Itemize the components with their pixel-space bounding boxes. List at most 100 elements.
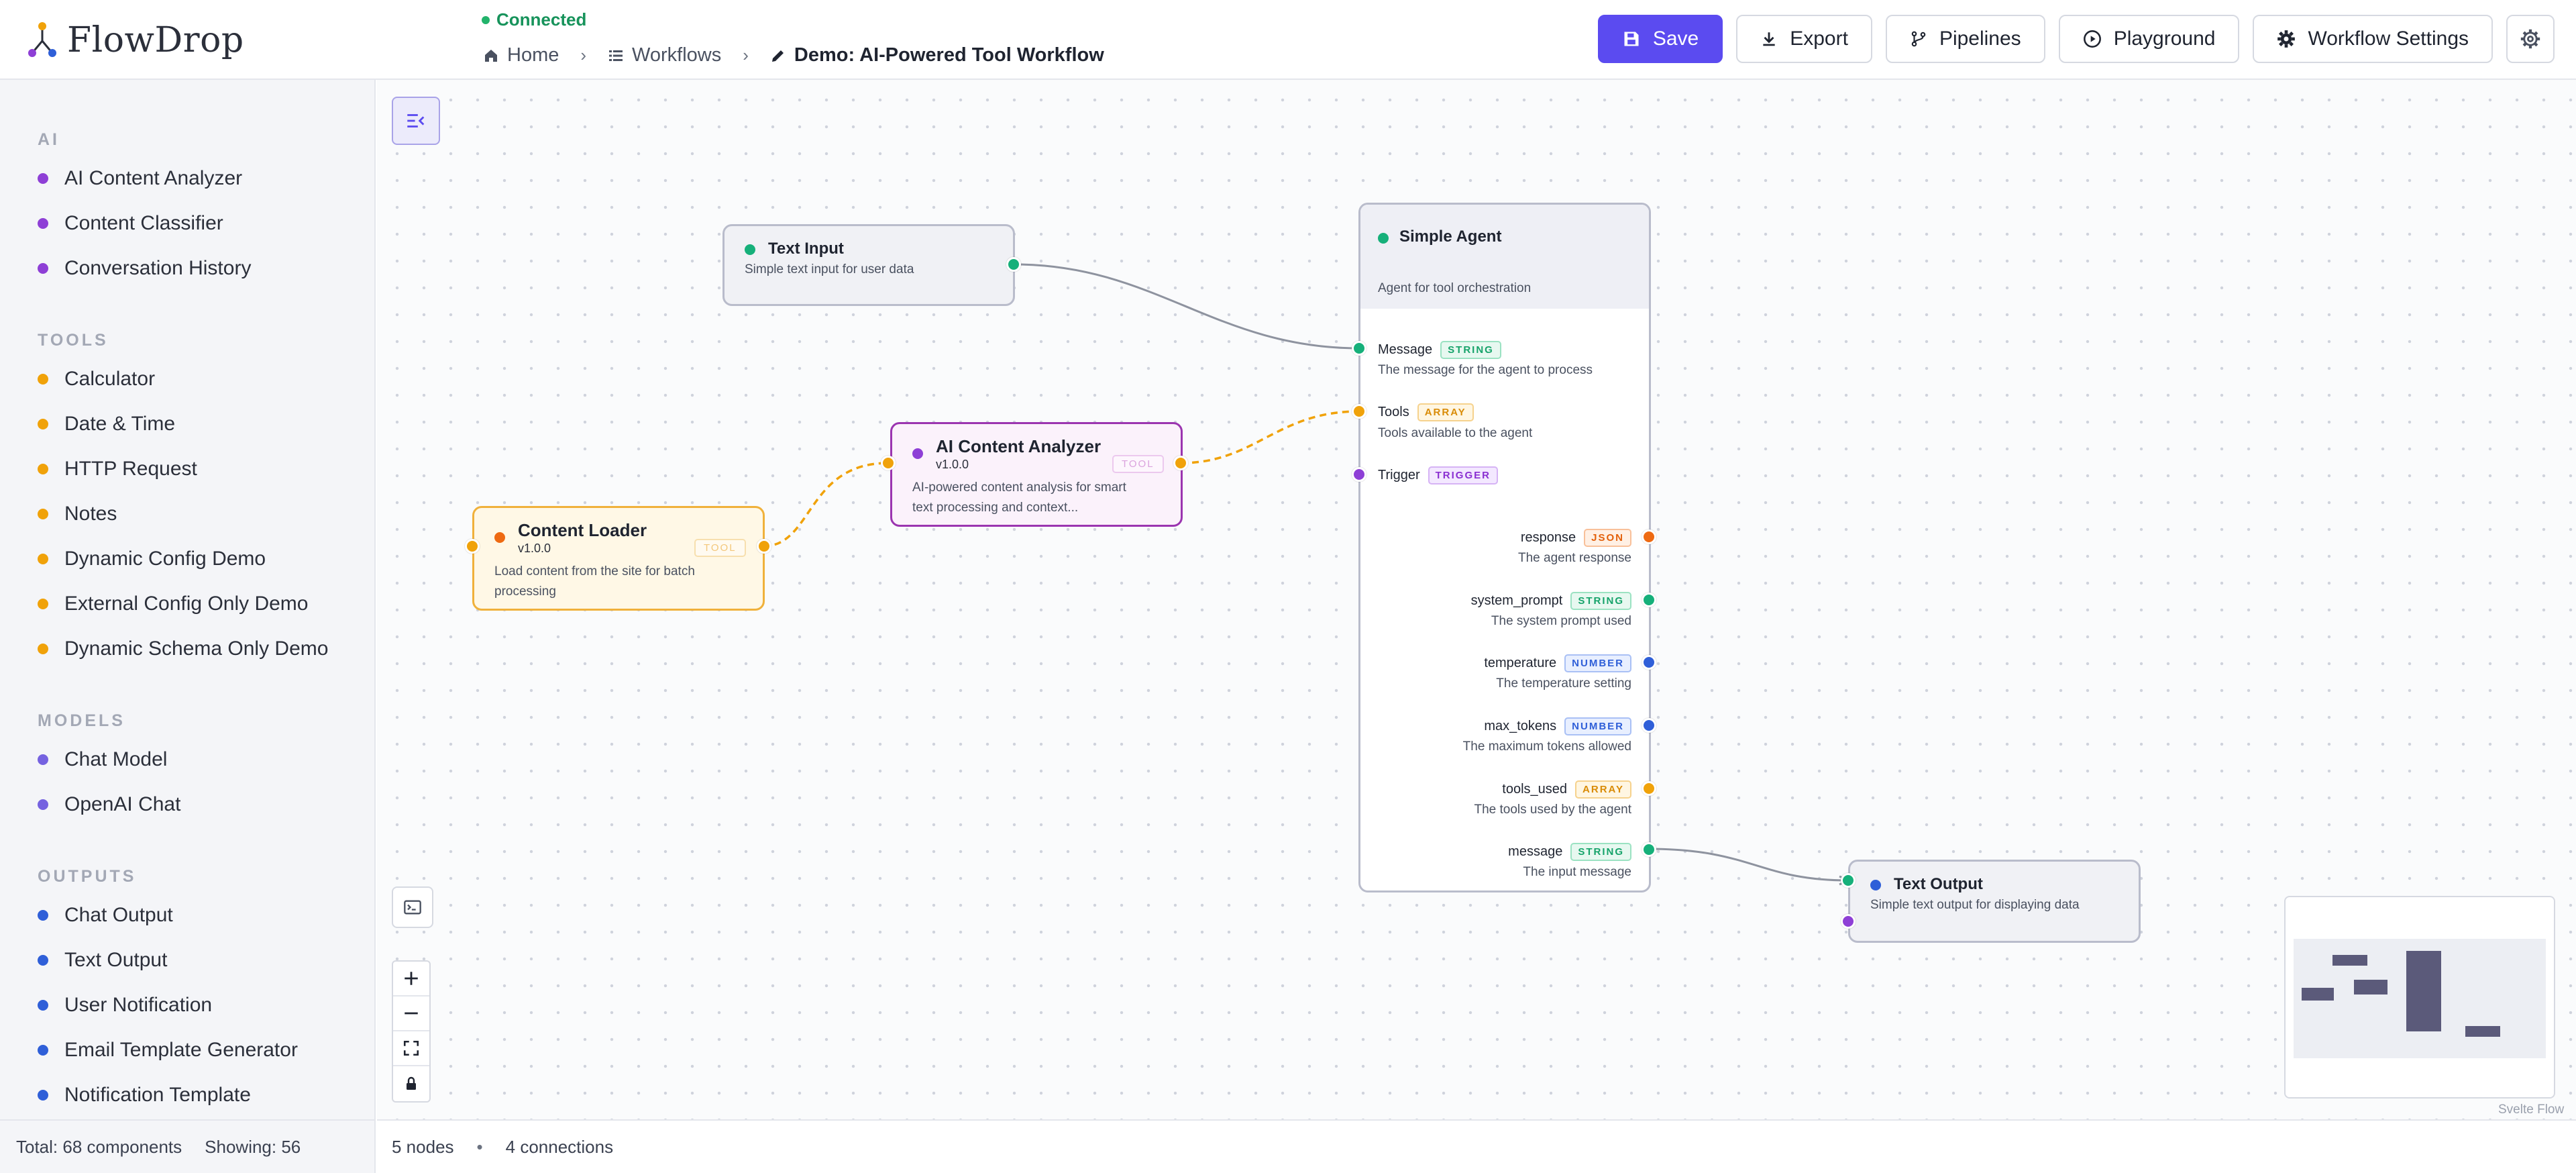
edge-content-loader-to-analyzer[interactable] [763,462,889,548]
save-button[interactable]: Save [1597,15,1723,63]
fullscreen-icon [403,1040,419,1056]
input-port-message: Message STRING [1378,341,1501,359]
category-title-tools: TOOLS [38,331,109,350]
port-name: temperature [1484,656,1557,670]
sidebar-item-label: Dynamic Config Demo [64,548,266,570]
sidebar-item-label: Notification Template [64,1084,251,1106]
node-simple-agent[interactable]: Simple Agent Agent for tool orchestratio… [1358,203,1651,892]
output-port-tools-used: tools_used ARRAY [1502,780,1631,799]
zoom-out-button[interactable] [393,997,429,1031]
output-handle-system-prompt[interactable] [1642,593,1656,607]
sidebar-item-openai-chat[interactable]: OpenAI Chat [38,793,180,816]
sidebar-item-conversation-history[interactable]: Conversation History [38,257,251,280]
category-title-models: MODELS [38,711,125,730]
pipelines-button[interactable]: Pipelines [1885,15,2045,63]
output-handle[interactable] [757,539,771,554]
lock-button[interactable] [393,1066,429,1101]
canvas-footer: 5 nodes • 4 connections [377,1119,2576,1173]
playground-button[interactable]: Playground [2058,15,2240,63]
sidebar-item-email-template-generator[interactable]: Email Template Generator [38,1039,298,1062]
minimap[interactable] [2284,896,2555,1099]
output-port-temperature: temperature NUMBER [1484,654,1631,672]
sidebar-item-label: Conversation History [64,257,252,279]
port-description: The input message [1523,865,1631,879]
input-handle-message[interactable] [1352,341,1366,356]
sidebar-item-label: HTTP Request [64,458,197,480]
sidebar-item-text-output[interactable]: Text Output [38,949,167,972]
footer-separator: • [476,1136,483,1157]
edge-message-to-text-output[interactable] [1648,848,1849,882]
svelte-flow-attribution[interactable]: Svelte Flow [2498,1103,2564,1117]
category-dot-icon [38,599,48,609]
sidebar-item-dynamic-config-demo[interactable]: Dynamic Config Demo [38,548,266,570]
category-dot-icon [38,754,48,765]
node-ai-content-analyzer[interactable]: AI Content Analyzer v1.0.0 TOOL AI-power… [890,422,1183,527]
input-handle[interactable] [465,539,480,554]
edge-text-input-to-message[interactable] [1014,263,1360,350]
node-title: Content Loader [518,520,647,540]
type-badge: STRING [1440,341,1501,359]
input-handle-trigger[interactable] [1352,467,1366,482]
zoom-in-button[interactable] [393,962,429,997]
sidebar-item-label: Calculator [64,368,156,390]
fit-view-button[interactable] [393,1031,429,1066]
app-logo[interactable]: FlowDrop [27,19,244,62]
sidebar-item-http-request[interactable]: HTTP Request [38,458,197,480]
node-content-loader[interactable]: Content Loader v1.0.0 TOOL Load content … [472,506,765,611]
chevron-right-icon: › [580,45,587,65]
edge-analyzer-to-tools[interactable] [1180,410,1360,464]
sidebar-item-notification-template[interactable]: Notification Template [38,1084,251,1107]
category-dot-icon [38,419,48,429]
minus-icon [405,1012,418,1015]
toggle-sidebar-button[interactable] [392,97,440,145]
node-text-input[interactable]: Text Input Simple text input for user da… [722,224,1015,306]
input-handle-trigger[interactable] [1841,914,1856,929]
port-name: Trigger [1378,468,1420,482]
sidebar-item-calculator[interactable]: Calculator [38,368,155,391]
output-handle-response[interactable] [1642,529,1656,544]
sidebar-item-label: External Config Only Demo [64,593,309,615]
breadcrumb-current[interactable]: Demo: AI-Powered Tool Workflow [770,44,1104,66]
export-button[interactable]: Export [1736,15,1872,63]
app-settings-button[interactable] [2506,15,2555,63]
sidebar-item-content-classifier[interactable]: Content Classifier [38,212,223,235]
type-badge: NUMBER [1564,654,1631,672]
node-text-output[interactable]: Text Output Simple text output for displ… [1848,860,2141,943]
breadcrumb-home[interactable]: Home [483,44,559,66]
output-handle[interactable] [1173,456,1188,470]
sidebar-item-user-notification[interactable]: User Notification [38,994,212,1017]
gear-icon [2277,30,2296,48]
sidebar-item-chat-output[interactable]: Chat Output [38,904,173,927]
type-badge: ARRAY [1575,780,1631,799]
input-handle[interactable] [1841,873,1856,888]
workflow-title: Demo: AI-Powered Tool Workflow [794,44,1104,66]
sidebar-item-date-time[interactable]: Date & Time [38,413,175,436]
output-handle[interactable] [1006,257,1021,272]
input-handle-tools[interactable] [1352,404,1366,419]
port-description: The message for the agent to process [1378,363,1593,377]
sidebar-item-notes[interactable]: Notes [38,503,117,525]
category-dot-icon [38,554,48,564]
logs-panel-button[interactable] [392,886,433,928]
node-status-dot-icon [494,532,505,543]
input-handle[interactable] [881,456,896,470]
sidebar-item-external-config-only-demo[interactable]: External Config Only Demo [38,593,309,615]
workflow-canvas[interactable]: Text Input Simple text input for user da… [377,80,2576,1119]
output-handle-tools-used[interactable] [1642,781,1656,796]
port-description: The maximum tokens allowed [1462,740,1631,754]
workflow-settings-button[interactable]: Workflow Settings [2253,15,2493,63]
output-handle-message[interactable] [1642,842,1656,857]
type-badge: STRING [1570,843,1631,861]
sidebar-item-ai-content-analyzer[interactable]: AI Content Analyzer [38,167,242,190]
output-handle-temperature[interactable] [1642,655,1656,670]
sidebar-item-chat-model[interactable]: Chat Model [38,748,167,771]
tool-badge: TOOL [694,539,746,557]
showing-components: Showing: 56 [205,1136,301,1157]
output-handle-max-tokens[interactable] [1642,718,1656,733]
sidebar-item-dynamic-schema-only-demo[interactable]: Dynamic Schema Only Demo [38,638,328,660]
terminal-icon [404,900,421,915]
type-badge: STRING [1570,592,1631,610]
breadcrumb-workflows[interactable]: Workflows [608,44,721,66]
node-description: Agent for tool orchestration [1378,281,1532,295]
minimap-node [2406,951,2441,1031]
